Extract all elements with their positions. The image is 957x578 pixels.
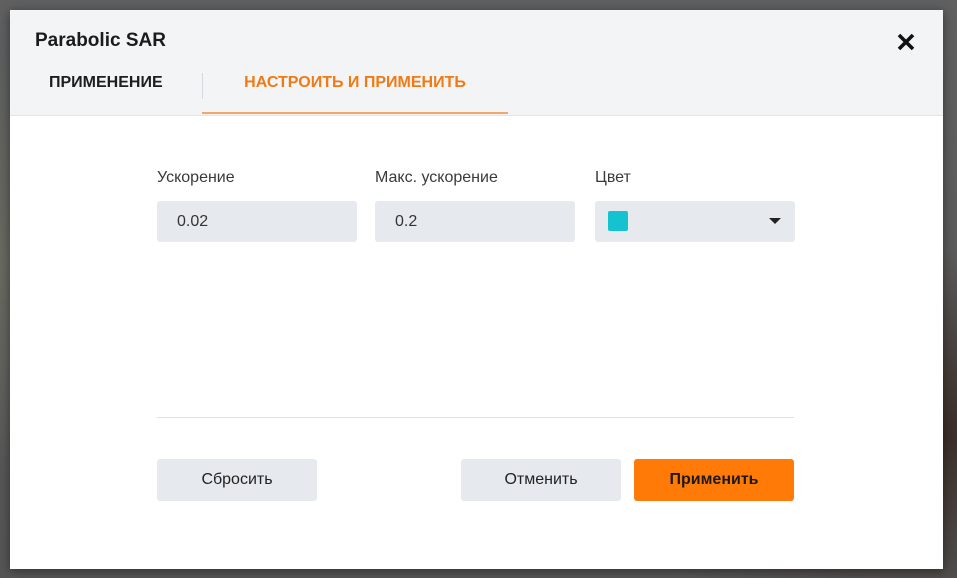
indicator-settings-dialog: Parabolic SAR ПРИМЕНЕНИЕ НАСТРОИТЬ И ПРИ… [10,10,943,569]
divider [157,417,794,418]
close-icon [897,33,915,51]
acceleration-input[interactable]: 0.02 [157,201,357,242]
max-acceleration-input[interactable]: 0.2 [375,201,575,242]
dialog-title: Parabolic SAR [35,30,166,51]
max-acceleration-label: Макс. ускорение [375,169,498,186]
tab-apply[interactable]: ПРИМЕНЕНИЕ [49,74,163,114]
close-button[interactable] [894,30,918,54]
tab-configure-and-apply[interactable]: НАСТРОИТЬ И ПРИМЕНИТЬ [202,74,508,114]
apply-button[interactable]: Применить [634,459,794,501]
cancel-button[interactable]: Отменить [461,459,621,501]
color-select[interactable] [595,201,795,242]
color-swatch [608,211,628,231]
reset-button[interactable]: Сбросить [157,459,317,501]
acceleration-label: Ускорение [157,169,235,186]
dialog-header: Parabolic SAR ПРИМЕНЕНИЕ НАСТРОИТЬ И ПРИ… [10,10,943,116]
chevron-down-icon [769,218,781,224]
color-label: Цвет [595,169,631,186]
